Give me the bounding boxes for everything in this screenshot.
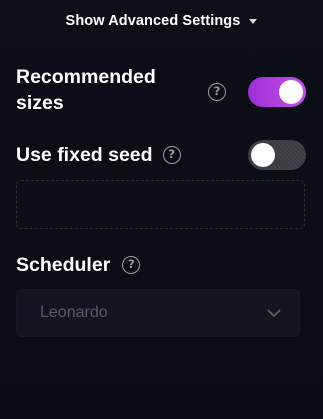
scheduler-help-icon[interactable]: ? xyxy=(122,256,141,274)
scheduler-select[interactable]: Leonardo xyxy=(16,289,300,337)
chevron-down-icon xyxy=(267,309,281,317)
recommended-sizes-switch[interactable] xyxy=(248,77,306,107)
caret-down-icon xyxy=(249,19,258,24)
help-glyph: ? xyxy=(127,257,135,272)
use-fixed-seed-switch[interactable] xyxy=(248,140,306,170)
help-glyph: ? xyxy=(168,147,175,162)
show-advanced-settings-toggle[interactable]: Show Advanced Settings xyxy=(0,10,323,32)
recommended-sizes-help-icon[interactable]: ? xyxy=(208,83,226,101)
advanced-settings-panel: Show Advanced Settings Recommended sizes… xyxy=(0,0,323,419)
scheduler-label: Scheduler xyxy=(16,254,111,276)
seed-input[interactable] xyxy=(16,180,305,229)
switch-knob xyxy=(251,143,275,167)
help-glyph: ? xyxy=(213,84,221,99)
switch-knob xyxy=(279,80,303,104)
recommended-sizes-row: Recommended sizes xyxy=(16,64,166,116)
use-fixed-seed-help-icon[interactable]: ? xyxy=(162,146,181,164)
show-advanced-settings-label: Show Advanced Settings xyxy=(65,13,241,29)
scheduler-selected-value: Leonardo xyxy=(40,304,108,321)
use-fixed-seed-label: Use fixed seed xyxy=(16,144,153,166)
use-fixed-seed-row: Use fixed seed ? xyxy=(16,142,181,168)
scheduler-row: Scheduler ? xyxy=(16,252,141,278)
recommended-sizes-label: Recommended sizes xyxy=(16,66,156,114)
